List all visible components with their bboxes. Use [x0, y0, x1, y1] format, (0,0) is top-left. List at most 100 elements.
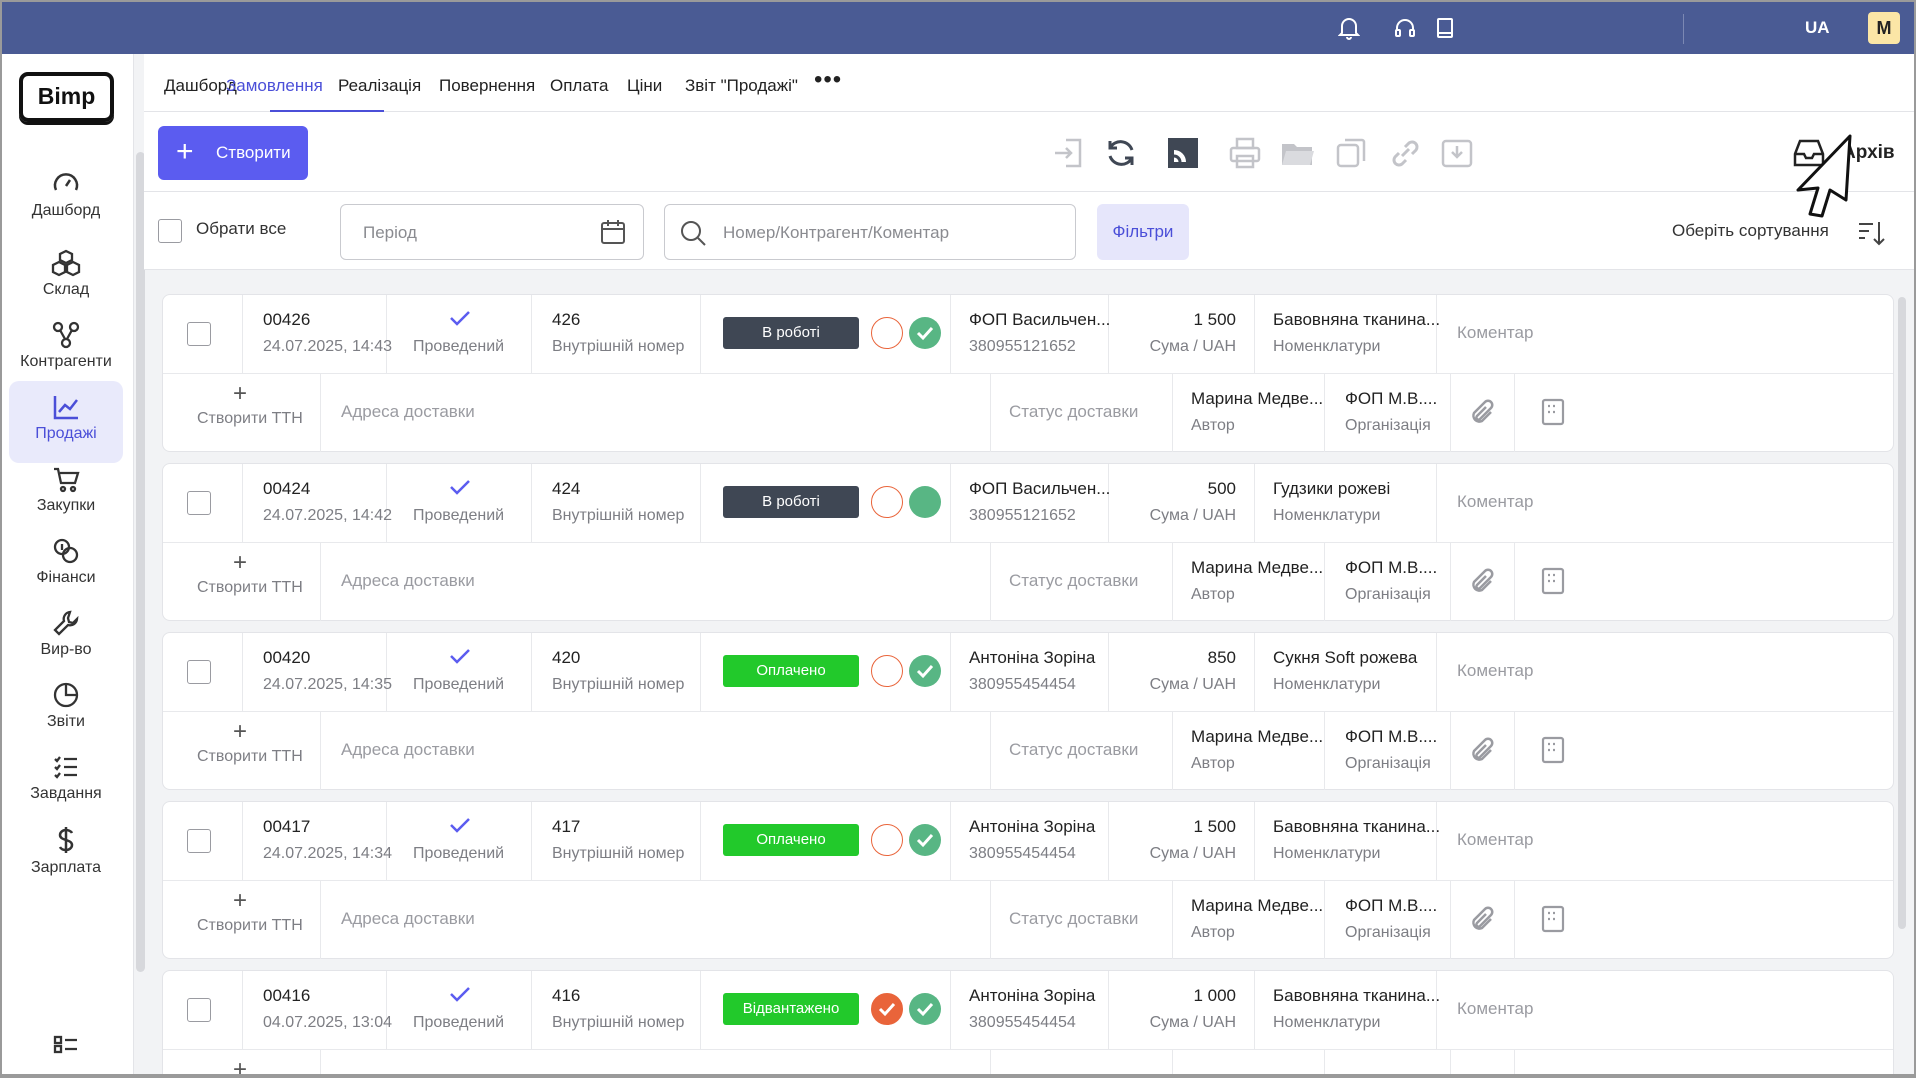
tab-returns[interactable]: Повернення	[439, 76, 535, 96]
create-ttn-button[interactable]: + Створити ТТН	[163, 881, 321, 959]
sidebar-item-warehouse[interactable]: Склад	[9, 237, 123, 319]
search-input[interactable]: Номер/Контрагент/Коментар	[664, 204, 1076, 260]
select-all-label[interactable]: Обрати все	[196, 219, 286, 239]
sidebar-item-tasks[interactable]: Завдання	[9, 741, 123, 823]
order-number-cell[interactable]: 00420 24.07.2025, 14:35	[243, 633, 392, 711]
tab-sales-report[interactable]: Звіт "Продажі"	[685, 76, 798, 96]
counterparty-cell[interactable]: Антоніна Зоріна 380955454454	[951, 971, 1109, 1049]
row-checkbox[interactable]	[187, 829, 211, 853]
row-checkbox[interactable]	[187, 660, 211, 684]
order-card[interactable]: 00417 24.07.2025, 14:34 Проведений 417 В…	[162, 801, 1894, 959]
book-icon[interactable]	[1435, 16, 1455, 45]
order-number-cell[interactable]: 00416 04.07.2025, 13:04	[243, 971, 392, 1049]
notes-button[interactable]	[1515, 374, 1595, 452]
select-all-checkbox[interactable]	[158, 219, 182, 243]
delivery-address-field[interactable]: Адреса доставки	[321, 712, 991, 790]
products-cell[interactable]: Бавовняна тканина... Номенклатури	[1255, 971, 1440, 1049]
notes-button[interactable]	[1515, 543, 1595, 621]
more-tabs-icon[interactable]: •••	[814, 66, 842, 94]
delivery-status-field[interactable]: Статус доставки	[991, 881, 1173, 959]
avatar[interactable]: M	[1868, 12, 1900, 44]
sidebar-item-reports[interactable]: Звіти	[9, 669, 123, 751]
sidebar-item-salary[interactable]: Зарплата	[9, 813, 123, 895]
sidebar-item-more[interactable]	[9, 1022, 123, 1074]
delivery-status-field[interactable]: Статус доставки	[991, 374, 1173, 452]
status-badge[interactable]: Оплачено	[723, 655, 859, 687]
counterparty-cell[interactable]: Антоніна Зоріна 380955454454	[951, 633, 1109, 711]
tab-sales[interactable]: Реалізація	[338, 76, 421, 96]
attachment-button[interactable]	[1451, 1050, 1515, 1074]
refresh-icon[interactable]	[1104, 136, 1138, 175]
counterparty-cell[interactable]: ФОП Васильчен... 380955121652	[951, 464, 1110, 542]
period-input[interactable]: Період	[340, 204, 644, 260]
status-badge[interactable]: Відвантажено	[723, 993, 859, 1025]
tab-prices[interactable]: Ціни	[627, 76, 662, 96]
row-checkbox[interactable]	[187, 322, 211, 346]
sidebar-item-finance[interactable]: Фінанси	[9, 525, 123, 607]
create-ttn-button[interactable]: + Створити ТТН	[163, 1050, 321, 1074]
order-number-cell[interactable]: 00424 24.07.2025, 14:42	[243, 464, 392, 542]
comment-cell[interactable]: Коментар	[1437, 971, 1893, 1049]
status-badge[interactable]: В роботі	[723, 486, 859, 518]
delivery-status-field[interactable]: Статус доставки	[991, 1050, 1173, 1074]
create-ttn-button[interactable]: + Створити ТТН	[163, 712, 321, 790]
delivery-address-field[interactable]: Адреса доставки	[321, 543, 991, 621]
notes-button[interactable]	[1515, 1050, 1595, 1074]
green-check-icon[interactable]	[909, 824, 941, 856]
green-check-icon[interactable]	[909, 655, 941, 687]
orange-check-icon[interactable]	[871, 993, 903, 1025]
link-icon[interactable]	[1388, 136, 1422, 175]
sort-select[interactable]: Оберіть сортування	[1672, 221, 1829, 241]
bell-icon[interactable]	[1337, 16, 1361, 45]
green-circle-icon[interactable]	[909, 486, 941, 518]
products-cell[interactable]: Бавовняна тканина... Номенклатури	[1255, 295, 1440, 373]
attachment-button[interactable]	[1451, 712, 1515, 790]
status-badge[interactable]: Оплачено	[723, 824, 859, 856]
sidebar-item-production[interactable]: Вир-во	[9, 597, 123, 679]
notes-button[interactable]	[1515, 712, 1595, 790]
comment-cell[interactable]: Коментар	[1437, 295, 1893, 373]
sidebar-item-counterparties[interactable]: Контрагенти	[9, 309, 123, 391]
row-checkbox[interactable]	[187, 998, 211, 1022]
create-ttn-button[interactable]: + Створити ТТН	[163, 543, 321, 621]
tab-orders[interactable]: Замовлення	[226, 76, 323, 96]
order-number-cell[interactable]: 00426 24.07.2025, 14:43	[243, 295, 392, 373]
products-cell[interactable]: Сукня Soft рожева Номенклатури	[1255, 633, 1437, 711]
delivery-status-field[interactable]: Статус доставки	[991, 712, 1173, 790]
orange-circle-icon[interactable]	[871, 655, 903, 687]
order-card[interactable]: 00416 04.07.2025, 13:04 Проведений 416 В…	[162, 970, 1894, 1074]
green-check-icon[interactable]	[909, 993, 941, 1025]
order-number-cell[interactable]: 00417 24.07.2025, 14:34	[243, 802, 392, 880]
attachment-button[interactable]	[1451, 374, 1515, 452]
order-card[interactable]: 00424 24.07.2025, 14:42 Проведений 424 В…	[162, 463, 1894, 621]
logo[interactable]: Bimp	[19, 72, 114, 122]
sidebar-item-dashboard[interactable]: Дашборд	[9, 158, 123, 240]
download-box-icon[interactable]	[1440, 136, 1474, 175]
create-button[interactable]: + Створити	[158, 126, 308, 180]
comment-cell[interactable]: Коментар	[1437, 464, 1893, 542]
list-scrollbar[interactable]	[1898, 297, 1906, 929]
print-icon[interactable]	[1228, 136, 1262, 175]
attachment-button[interactable]	[1451, 543, 1515, 621]
headset-icon[interactable]	[1393, 16, 1417, 45]
green-check-icon[interactable]	[909, 317, 941, 349]
status-badge[interactable]: В роботі	[723, 317, 859, 349]
sort-icon[interactable]	[1856, 218, 1886, 248]
delivery-status-field[interactable]: Статус доставки	[991, 543, 1173, 621]
notes-button[interactable]	[1515, 881, 1595, 959]
copy-icon[interactable]	[1334, 136, 1368, 175]
orange-circle-icon[interactable]	[871, 824, 903, 856]
sidebar-item-sales[interactable]: Продажі	[9, 381, 123, 463]
import-icon[interactable]	[1052, 136, 1086, 175]
tab-payment[interactable]: Оплата	[550, 76, 608, 96]
folder-icon[interactable]	[1280, 136, 1316, 175]
orange-circle-icon[interactable]	[871, 486, 903, 518]
delivery-address-field[interactable]: Адреса доставки	[321, 881, 991, 959]
orange-circle-icon[interactable]	[871, 317, 903, 349]
delivery-address-field[interactable]: Адреса доставки	[321, 1050, 991, 1074]
attachment-button[interactable]	[1451, 881, 1515, 959]
sidebar-item-purchases[interactable]: Закупки	[9, 453, 123, 535]
products-cell[interactable]: Гудзики рожеві Номенклатури	[1255, 464, 1437, 542]
create-ttn-button[interactable]: + Створити ТТН	[163, 374, 321, 452]
comment-cell[interactable]: Коментар	[1437, 802, 1893, 880]
